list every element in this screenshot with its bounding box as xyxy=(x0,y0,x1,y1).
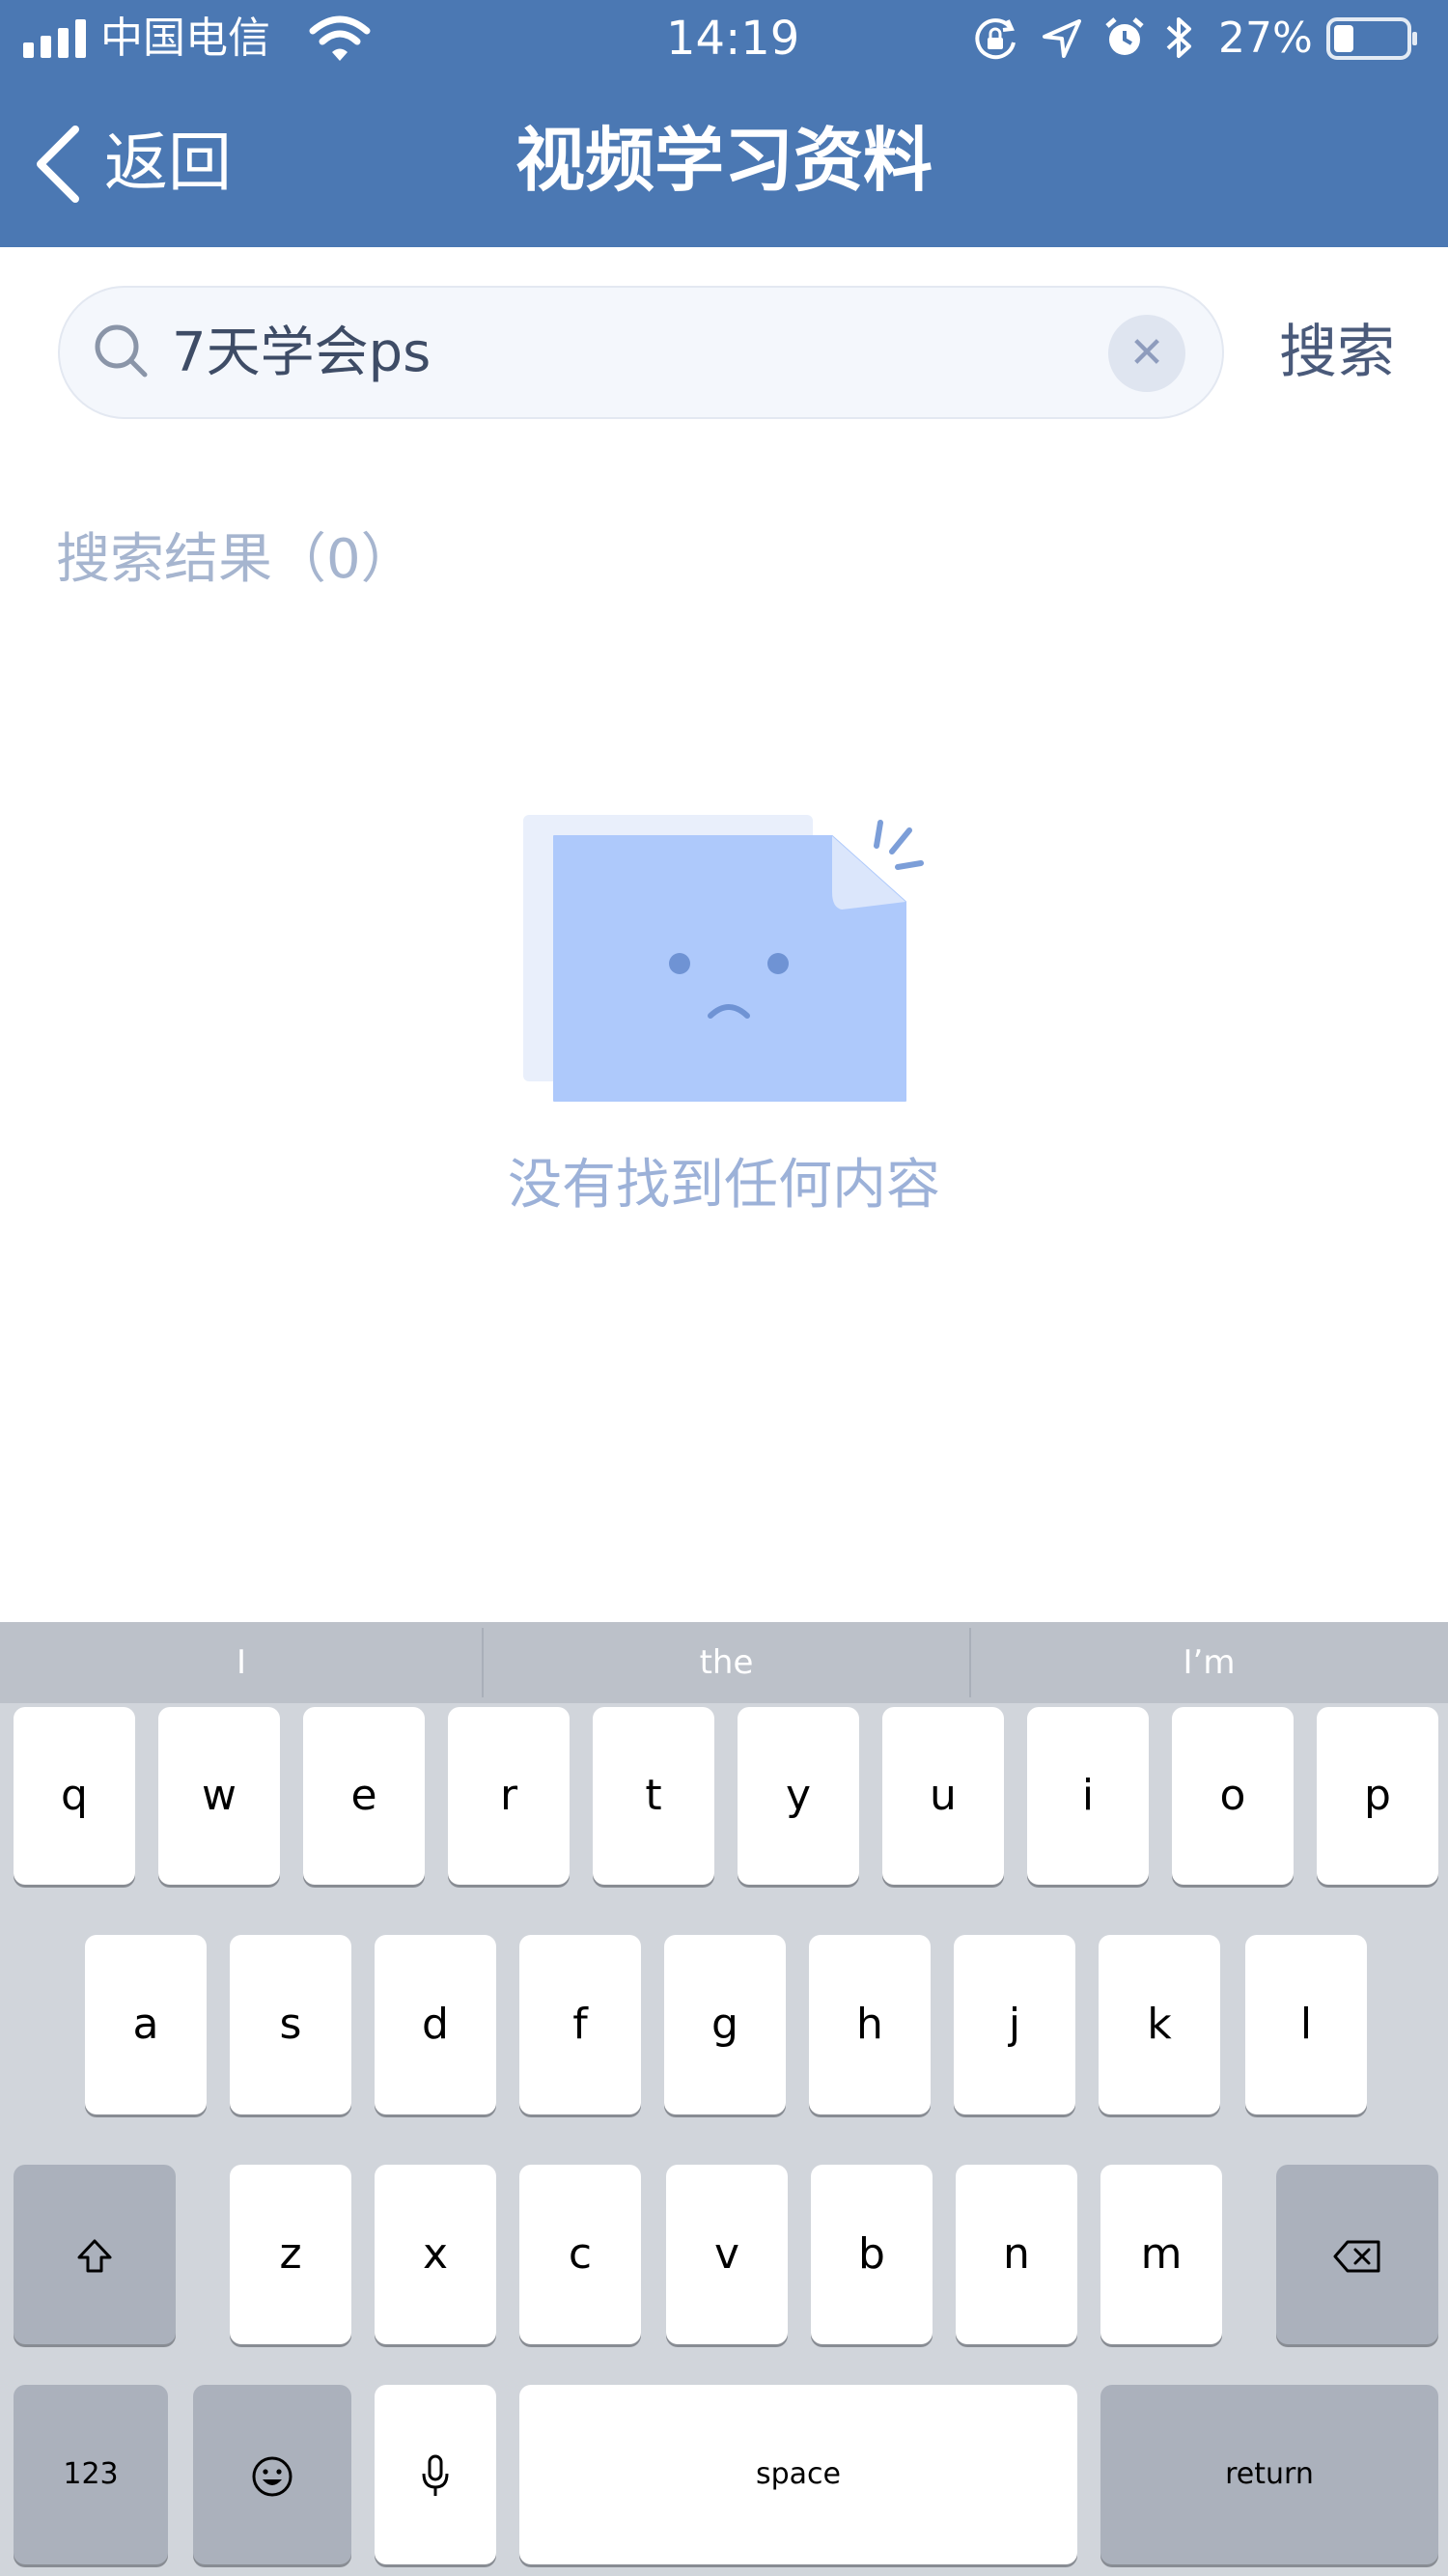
key-p[interactable]: p xyxy=(1317,1707,1438,1885)
bluetooth-icon xyxy=(1166,17,1191,58)
key-h[interactable]: h xyxy=(809,1935,931,2114)
dictation-key[interactable] xyxy=(375,2385,496,2564)
key-x[interactable]: x xyxy=(375,2165,496,2344)
results-count-label: 搜索结果（0） xyxy=(56,528,415,591)
backspace-icon xyxy=(1333,2240,1380,2273)
alarm-icon xyxy=(1105,17,1144,55)
orientation-lock-icon xyxy=(975,18,1016,60)
key-s[interactable]: s xyxy=(230,1935,351,2114)
battery-percent: 27% xyxy=(1218,14,1313,63)
key-t[interactable]: t xyxy=(593,1707,714,1885)
key-d[interactable]: d xyxy=(375,1935,496,2114)
space-key[interactable]: space xyxy=(519,2385,1077,2564)
delete-key[interactable] xyxy=(1276,2165,1438,2344)
key-o[interactable]: o xyxy=(1172,1707,1294,1885)
key-i[interactable]: i xyxy=(1027,1707,1149,1885)
key-g[interactable]: g xyxy=(664,1935,786,2114)
numbers-key[interactable]: 123 xyxy=(14,2385,168,2564)
shift-key[interactable] xyxy=(14,2165,176,2344)
suggestion-3[interactable]: I’m xyxy=(970,1622,1448,1703)
search-icon xyxy=(95,324,148,378)
key-e[interactable]: e xyxy=(303,1707,425,1885)
key-f[interactable]: f xyxy=(519,1935,641,2114)
key-u[interactable]: u xyxy=(882,1707,1004,1885)
location-icon xyxy=(1043,19,1081,58)
key-j[interactable]: j xyxy=(954,1935,1075,2114)
key-l[interactable]: l xyxy=(1245,1935,1367,2114)
empty-state-message: 没有找到任何内容 xyxy=(508,1154,940,1217)
emoji-key[interactable] xyxy=(193,2385,351,2564)
sad-document-icon xyxy=(523,815,924,1102)
clear-search-icon[interactable]: ✕ xyxy=(1108,315,1185,392)
key-y[interactable]: y xyxy=(738,1707,859,1885)
key-r[interactable]: r xyxy=(448,1707,570,1885)
key-n[interactable]: n xyxy=(956,2165,1077,2344)
return-key[interactable]: return xyxy=(1100,2385,1438,2564)
key-z[interactable]: z xyxy=(230,2165,351,2344)
search-button[interactable]: 搜索 xyxy=(1279,319,1395,386)
key-c[interactable]: c xyxy=(519,2165,641,2344)
wifi-icon xyxy=(309,15,371,61)
suggestion-2[interactable]: the xyxy=(483,1622,970,1703)
key-b[interactable]: b xyxy=(811,2165,933,2344)
shift-icon xyxy=(77,2239,112,2273)
key-a[interactable]: a xyxy=(85,1935,207,2114)
key-v[interactable]: v xyxy=(666,2165,788,2344)
emoji-icon xyxy=(252,2456,292,2497)
key-k[interactable]: k xyxy=(1099,1935,1220,2114)
key-q[interactable]: q xyxy=(14,1707,135,1885)
key-w[interactable]: w xyxy=(158,1707,280,1885)
page-title: 视频学习资料 xyxy=(515,120,933,201)
battery-icon xyxy=(1326,17,1417,60)
search-input-value[interactable]: 7天学会ps xyxy=(172,324,431,382)
key-m[interactable]: m xyxy=(1100,2165,1222,2344)
carrier-label: 中国电信 xyxy=(100,14,270,63)
suggestion-1[interactable]: I xyxy=(0,1622,483,1703)
signal-icon xyxy=(23,19,86,58)
status-time: 14:19 xyxy=(666,12,800,66)
microphone-icon xyxy=(422,2454,449,2496)
